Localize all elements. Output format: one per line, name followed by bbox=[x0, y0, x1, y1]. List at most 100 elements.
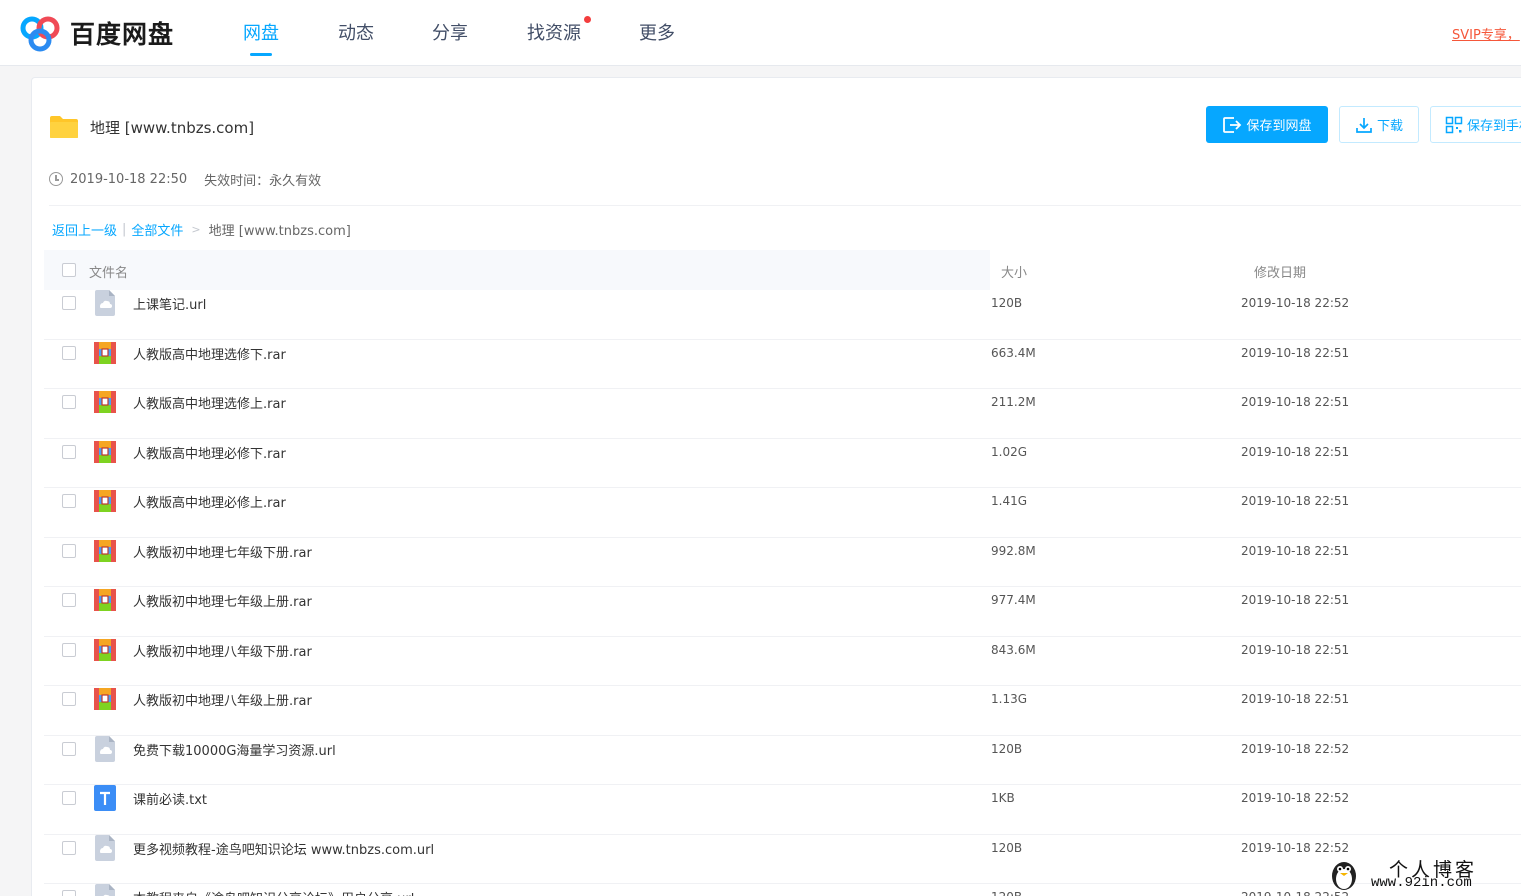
file-row[interactable]: 人教版高中地理必修上.rar 1.41G 2019-10-18 22:51 bbox=[44, 488, 1521, 538]
file-name-link[interactable]: 更多视频教程-途鸟吧知识论坛 www.tnbzs.com.url bbox=[133, 839, 434, 858]
file-size: 120B bbox=[991, 890, 1022, 896]
file-modified-date: 2019-10-18 22:52 bbox=[1241, 296, 1350, 310]
breadcrumb-all-files-link[interactable]: 全部文件 bbox=[131, 220, 183, 239]
share-title: 地理 [www.tnbzs.com] bbox=[49, 113, 254, 141]
rar-file-icon bbox=[94, 686, 116, 712]
file-table-header: 文件名 大小 修改日期 bbox=[44, 250, 1521, 290]
file-name-link[interactable]: 人教版初中地理八年级上册.rar bbox=[133, 690, 312, 709]
file-size: 1KB bbox=[991, 791, 1015, 805]
file-row[interactable]: 上课笔记.url 120B 2019-10-18 22:52 bbox=[44, 290, 1521, 340]
blog-watermark: 个人博客 www.92in.com bbox=[1327, 855, 1521, 896]
url-file-icon bbox=[94, 735, 116, 762]
file-row[interactable]: 人教版初中地理八年级上册.rar 1.13G 2019-10-18 22:51 bbox=[44, 686, 1521, 736]
name-column-header-bg bbox=[44, 250, 990, 290]
qrcode-icon bbox=[1445, 116, 1463, 133]
nav-item-more[interactable]: 更多 bbox=[639, 19, 675, 45]
file-name-link[interactable]: 人教版初中地理七年级上册.rar bbox=[133, 591, 312, 610]
row-checkbox[interactable] bbox=[62, 543, 76, 558]
watermark-url: www.92in.com bbox=[1371, 875, 1472, 891]
file-row[interactable]: 人教版初中地理七年级上册.rar 977.4M 2019-10-18 22:51 bbox=[44, 587, 1521, 637]
file-size: 1.13G bbox=[991, 692, 1028, 706]
row-checkbox[interactable] bbox=[62, 345, 76, 360]
column-header-date[interactable]: 修改日期 bbox=[1254, 262, 1306, 281]
row-checkbox[interactable] bbox=[62, 741, 76, 756]
row-checkbox[interactable] bbox=[62, 791, 76, 805]
file-name-link[interactable]: 人教版初中地理八年级下册.rar bbox=[133, 641, 312, 660]
row-checkbox[interactable] bbox=[62, 444, 76, 459]
file-modified-date: 2019-10-18 22:52 bbox=[1241, 791, 1350, 805]
rar-file-icon bbox=[94, 637, 116, 663]
breadcrumb-back-link[interactable]: 返回上一级 bbox=[52, 220, 117, 239]
file-modified-date: 2019-10-18 22:51 bbox=[1241, 642, 1350, 657]
save-to-phone-button[interactable]: 保存到手机 bbox=[1430, 106, 1521, 143]
column-header-name[interactable]: 文件名 bbox=[89, 262, 128, 281]
file-name-link[interactable]: 人教版高中地理必修上.rar bbox=[133, 492, 286, 511]
row-checkbox[interactable] bbox=[62, 692, 76, 706]
file-name-link[interactable]: 免费下载10000G海量学习资源.url bbox=[133, 740, 336, 759]
url-file-icon bbox=[94, 834, 116, 861]
svip-link[interactable]: SVIP专享， bbox=[1452, 24, 1520, 43]
file-row[interactable]: 本教程来自《途鸟吧知识分享论坛》用户分享.url120B2019-10-18 2… bbox=[44, 884, 1521, 896]
breadcrumb-arrow-icon: > bbox=[191, 223, 201, 236]
row-checkbox[interactable] bbox=[62, 642, 76, 657]
nav-item-find-resources[interactable]: 找资源 bbox=[527, 19, 581, 45]
file-size: 120B bbox=[991, 296, 1023, 310]
file-size: 663.4M bbox=[991, 345, 1036, 360]
nav-item-netdisk[interactable]: 网盘 bbox=[243, 19, 279, 45]
rar-file-icon bbox=[94, 340, 116, 366]
file-modified-date: 2019-10-18 22:52 bbox=[1241, 840, 1350, 855]
file-row[interactable]: 人教版高中地理选修下.rar 663.4M 2019-10-18 22:51 bbox=[44, 340, 1521, 389]
nav-item-share[interactable]: 分享 bbox=[432, 19, 468, 45]
file-name-link[interactable]: 人教版高中地理选修上.rar bbox=[133, 393, 286, 412]
file-row[interactable]: 人教版高中地理选修上.rar 211.2M 2019-10-18 22:51 bbox=[44, 389, 1521, 439]
select-all-checkbox[interactable] bbox=[62, 263, 76, 277]
file-modified-date: 2019-10-18 22:51 bbox=[1241, 692, 1350, 706]
file-name-link[interactable]: 人教版初中地理七年级下册.rar bbox=[133, 542, 312, 561]
nav-item-feed[interactable]: 动态 bbox=[338, 19, 374, 45]
file-size: 120B bbox=[991, 741, 1023, 756]
save-icon bbox=[1223, 116, 1242, 133]
file-name-link[interactable]: 人教版高中地理选修下.rar bbox=[133, 344, 286, 363]
url-file-icon bbox=[94, 290, 116, 316]
file-modified-date: 2019-10-18 22:51 bbox=[1241, 444, 1350, 459]
save-to-netdisk-label: 保存到网盘 bbox=[1246, 119, 1312, 134]
file-row[interactable]: 人教版高中地理必修下.rar 1.02G 2019-10-18 22:51 bbox=[44, 439, 1521, 488]
file-row[interactable]: 人教版初中地理八年级下册.rar 843.6M 2019-10-18 22:51 bbox=[44, 637, 1521, 686]
row-checkbox[interactable] bbox=[62, 840, 76, 855]
file-name-link[interactable]: 上课笔记.url bbox=[133, 294, 206, 313]
top-navigation-bar: 百度网盘 网盘 动态 分享 找资源 更多 SVIP专享， bbox=[0, 0, 1521, 66]
file-size: 120B bbox=[991, 840, 1023, 855]
file-modified-date: 2019-10-18 22:51 bbox=[1241, 395, 1350, 409]
file-row[interactable]: 课前必读.txt 1KB 2019-10-18 22:52 bbox=[44, 785, 1521, 835]
file-row[interactable]: 人教版初中地理七年级下册.rar 992.8M 2019-10-18 22:51 bbox=[44, 538, 1521, 587]
file-row[interactable]: 更多视频教程-途鸟吧知识论坛 www.tnbzs.com.url 120B 2019… bbox=[44, 834, 1521, 884]
rar-file-icon bbox=[94, 389, 116, 415]
row-checkbox[interactable] bbox=[62, 890, 76, 896]
file-size: 843.6M bbox=[991, 642, 1036, 657]
file-modified-date: 2019-10-18 22:51 bbox=[1241, 345, 1350, 360]
file-modified-date: 2019-10-18 22:52 bbox=[1241, 741, 1350, 756]
row-checkbox[interactable] bbox=[62, 593, 76, 607]
baidu-netdisk-logo[interactable]: 百度网盘 bbox=[18, 13, 174, 53]
download-button[interactable]: 下载 bbox=[1339, 106, 1419, 143]
save-to-phone-label: 保存到手机 bbox=[1467, 119, 1521, 134]
nav-active-indicator bbox=[250, 53, 272, 56]
file-size: 992.8M bbox=[991, 543, 1036, 558]
row-checkbox[interactable] bbox=[62, 494, 76, 508]
rar-file-icon bbox=[94, 587, 116, 613]
row-checkbox[interactable] bbox=[62, 296, 76, 310]
file-name-link[interactable]: 本教程来自《途鸟吧知识分享论坛》用户分享.url bbox=[133, 888, 414, 896]
share-content-card: 地理 [www.tnbzs.com] 保存到网盘 下载 保存到手机 2019-1… bbox=[31, 77, 1521, 896]
file-modified-date: 2019-10-18 22:51 bbox=[1241, 593, 1350, 607]
row-checkbox[interactable] bbox=[62, 395, 76, 409]
file-name-link[interactable]: 人教版高中地理必修下.rar bbox=[133, 443, 286, 462]
rar-file-icon bbox=[94, 439, 116, 465]
column-header-size[interactable]: 大小 bbox=[1001, 262, 1027, 281]
rar-file-icon bbox=[94, 488, 116, 514]
save-to-netdisk-button[interactable]: 保存到网盘 bbox=[1206, 106, 1328, 143]
file-name-link[interactable]: 课前必读.txt bbox=[133, 789, 207, 808]
file-row[interactable]: 免费下载10000G海量学习资源.url 120B 2019-10-18 22:52 bbox=[44, 735, 1521, 785]
breadcrumb-current: 地理 [www.tnbzs.com] bbox=[208, 224, 351, 239]
breadcrumb-separator: | bbox=[122, 222, 127, 237]
download-icon bbox=[1356, 117, 1372, 133]
